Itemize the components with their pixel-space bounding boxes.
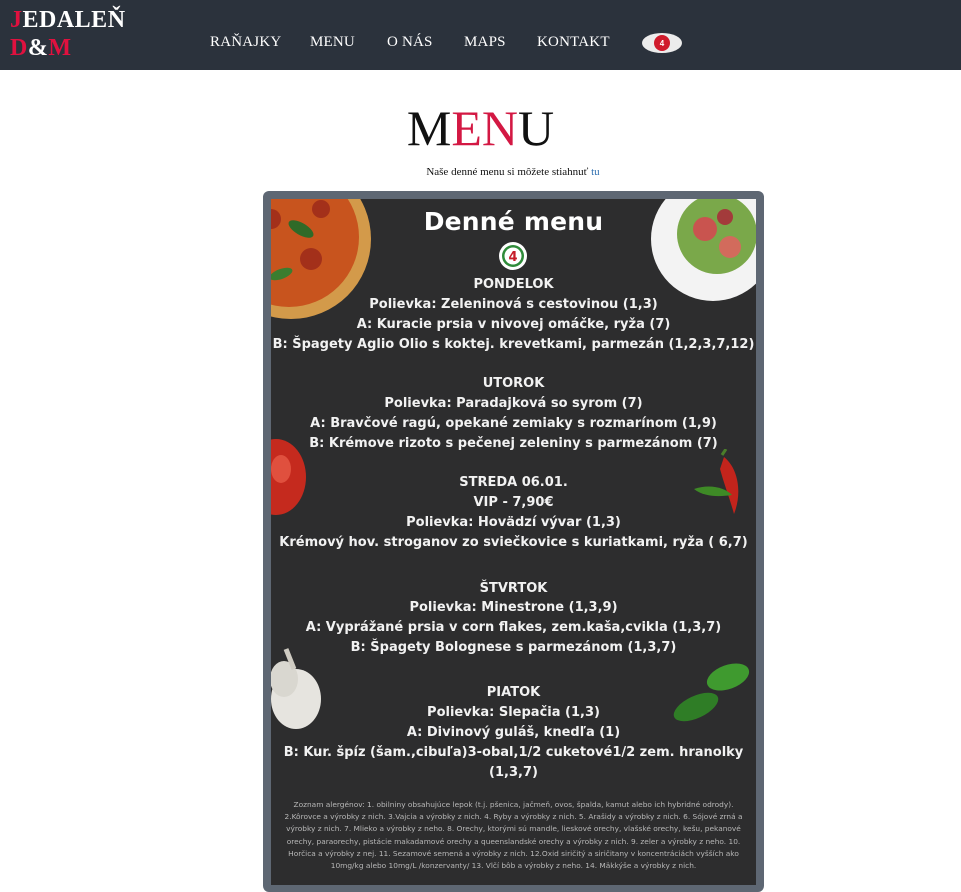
- nav-link-o-nas[interactable]: O NÁS: [387, 34, 433, 51]
- day-heading: PIATOK: [486, 685, 541, 700]
- menu-item: Polievka: Minestrone (1,3,9): [409, 600, 618, 615]
- menu-item: Polievka: Hovädzí vývar (1,3): [406, 515, 621, 530]
- page-title: MENU: [406, 100, 555, 156]
- menu-image-title: Denné menu: [423, 207, 604, 236]
- menu-item: VIP - 7,90€: [473, 495, 554, 510]
- restaurant-logo-icon: 4: [499, 242, 527, 270]
- menu-item: A: Kuracie prsia v nivovej omáčke, ryža …: [356, 317, 671, 332]
- nav-link-menu[interactable]: MENU: [310, 34, 355, 51]
- menu-image: Denné menu 4 PONDELOK Polievka: Zelenino…: [271, 199, 756, 885]
- nav-link-kontakt[interactable]: KONTAKT: [537, 34, 610, 51]
- top-nav-bar: JEDALEŇ D&M RAŇAJKY MENU O NÁS MAPS KONT…: [0, 0, 961, 70]
- menu-item: B: Krémove rizoto s pečenej zeleniny s p…: [309, 436, 718, 451]
- allergen-list: Zoznam alergénov: 1. obilniny obsahujúce…: [284, 800, 743, 871]
- menu-item: Krémový hov. stroganov zo sviečkovice s …: [279, 535, 748, 550]
- menu-item: B: Špagety Bolognese s parmezánom (1,3,7…: [350, 640, 677, 655]
- site-logo[interactable]: JEDALEŇ D&M: [10, 6, 126, 62]
- download-note: Naše denné menu si môžete stiahnuť tu: [426, 166, 600, 178]
- menu-item: A: Vyprážané prsia v corn flakes, zem.ka…: [305, 620, 722, 635]
- menu-item: Polievka: Paradajková so syrom (7): [384, 396, 643, 411]
- logo-line-1: JEDALEŇ: [10, 7, 126, 33]
- menu-item: B: Kur. špíz (šam.,cibuľa)3-obal,1/2 cuk…: [283, 745, 744, 760]
- restaurant-logo-text: 4: [508, 250, 517, 265]
- menu-item: Polievka: Slepačia (1,3): [427, 705, 600, 720]
- day-heading: STREDA 06.01.: [459, 475, 568, 490]
- menu-item: B: Špagety Aglio Olio s koktej. krevetka…: [272, 337, 755, 352]
- menu-item: (1,3,7): [489, 765, 538, 780]
- partner-badge[interactable]: 4: [642, 33, 682, 53]
- day-heading: UTOROK: [482, 376, 545, 391]
- partner-logo-icon: 4: [654, 35, 670, 51]
- nav-link-ranajky[interactable]: RAŇAJKY: [210, 34, 281, 51]
- download-link[interactable]: tu: [591, 166, 600, 178]
- menu-item: A: Divinový guláš, knedľa (1): [406, 725, 621, 740]
- day-heading: ŠTVRTOK: [479, 581, 548, 596]
- day-heading: PONDELOK: [473, 277, 554, 292]
- menu-item: A: Bravčové ragú, opekané zemiaky s rozm…: [310, 416, 717, 431]
- logo-line-2: D&M: [10, 35, 72, 61]
- menu-item: Polievka: Zeleninová s cestovinou (1,3): [369, 297, 658, 312]
- nav-link-maps[interactable]: MAPS: [464, 34, 506, 51]
